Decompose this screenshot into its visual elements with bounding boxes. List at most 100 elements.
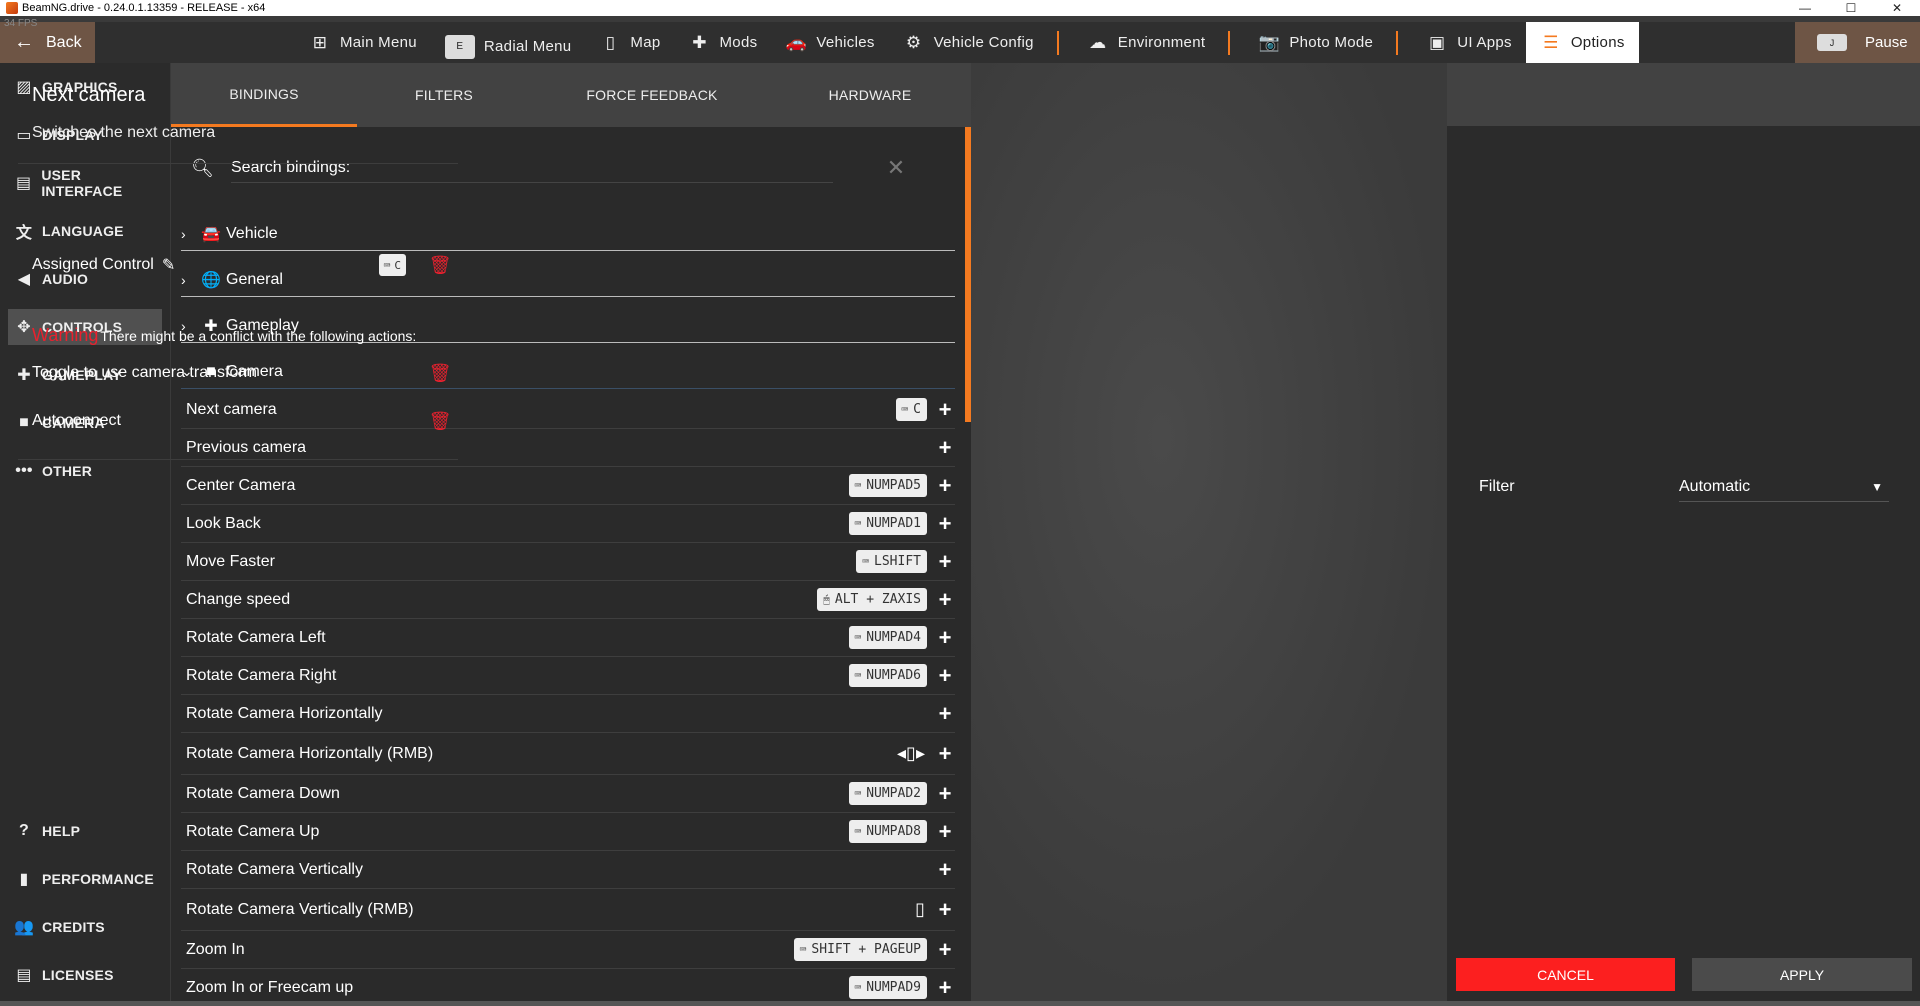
binding-row[interactable]: Rotate Camera Down ⌨ NUMPAD2 + bbox=[181, 775, 955, 813]
key-label: NUMPAD6 bbox=[866, 668, 921, 683]
add-binding-icon[interactable]: + bbox=[935, 819, 955, 845]
mouse-icon[interactable]: ◂▯▸ bbox=[897, 743, 925, 764]
nav-main-menu[interactable]: ⊞ Main Menu bbox=[295, 22, 431, 63]
key-badge[interactable]: ⌨ NUMPAD6 bbox=[848, 664, 927, 687]
trash-icon[interactable]: 🗑︎ bbox=[428, 363, 452, 384]
cancel-button[interactable]: CANCEL bbox=[1456, 958, 1675, 991]
key-badge[interactable]: ⌨ NUMPAD4 bbox=[848, 626, 927, 649]
search-input[interactable]: Search bindings: bbox=[231, 153, 833, 183]
add-binding-icon[interactable]: + bbox=[935, 701, 955, 727]
sidebar-item-credits[interactable]: 👥 CREDITS bbox=[8, 909, 162, 945]
sidebar-item-help[interactable]: ? HELP bbox=[8, 813, 162, 849]
nav-options[interactable]: ☰ Options bbox=[1525, 22, 1639, 63]
assigned-key-badge[interactable]: ⌨ C bbox=[378, 254, 406, 276]
maximize-button[interactable]: ☐ bbox=[1828, 0, 1874, 16]
conflict-warning: Warning There might be a conflict with t… bbox=[32, 325, 416, 346]
binding-row[interactable]: Look Back ⌨ NUMPAD1 + bbox=[181, 505, 955, 543]
top-menu-bar: ← Back ⊞ Main Menu E Radial Menu ▯ Map ✚ Mod… bbox=[0, 22, 1920, 63]
key-badge[interactable]: ⌨ SHIFT + PAGEUP bbox=[793, 938, 927, 961]
nav-vehicles[interactable]: 🚗 Vehicles bbox=[771, 22, 888, 63]
sidebar-item-language[interactable]: 文 LANGUAGE bbox=[8, 213, 162, 249]
key-badge[interactable]: ⌨ NUMPAD1 bbox=[848, 512, 927, 535]
key-badge[interactable]: ⌨ C bbox=[895, 398, 927, 421]
minimize-button[interactable]: — bbox=[1782, 0, 1828, 16]
beamng-logo-icon bbox=[6, 2, 18, 14]
add-binding-icon[interactable]: + bbox=[935, 781, 955, 807]
nav-photo-mode[interactable]: 📷 Photo Mode bbox=[1244, 22, 1412, 63]
search-bar: 🔍︎ Search bindings: ✕ bbox=[191, 151, 911, 185]
bar-chart-icon: ▮ bbox=[19, 871, 29, 888]
add-binding-icon[interactable]: + bbox=[935, 741, 955, 767]
binding-row[interactable]: Rotate Camera Right ⌨ NUMPAD6 + bbox=[181, 657, 955, 695]
binding-row[interactable]: Rotate Camera Vertically (RMB) ▯ + bbox=[181, 889, 955, 931]
pause-button[interactable]: J Pause bbox=[1795, 22, 1920, 63]
add-binding-icon[interactable]: + bbox=[935, 549, 955, 575]
add-binding-icon[interactable]: + bbox=[935, 435, 955, 461]
tab-filters[interactable]: FILTERS bbox=[357, 63, 531, 127]
binding-row[interactable]: Rotate Camera Vertically + bbox=[181, 851, 955, 889]
nav-label: Photo Mode bbox=[1289, 34, 1374, 51]
nav-vehicle-config[interactable]: ⚙ Vehicle Config bbox=[889, 22, 1073, 63]
nav-radial-menu[interactable]: E Radial Menu bbox=[431, 22, 586, 63]
add-binding-icon[interactable]: + bbox=[935, 857, 955, 883]
binding-row[interactable]: Rotate Camera Horizontally (RMB) ◂▯▸ + bbox=[181, 733, 955, 775]
add-binding-icon[interactable]: + bbox=[935, 473, 955, 499]
key-badge[interactable]: 🖱 ALT + ZAXIS bbox=[817, 588, 927, 611]
tab-force-feedback[interactable]: FORCE FEEDBACK bbox=[531, 63, 773, 127]
key-badge[interactable]: ⌨ NUMPAD5 bbox=[848, 474, 927, 497]
monitor-icon: ▭ bbox=[16, 127, 32, 144]
speaker-icon: ◀ bbox=[17, 271, 31, 288]
conflict-label: Toggle to use camera transform bbox=[32, 364, 257, 381]
weather-icon: ☁ bbox=[1089, 32, 1107, 52]
add-binding-icon[interactable]: + bbox=[935, 587, 955, 613]
tab-hardware[interactable]: HARDWARE bbox=[773, 63, 967, 127]
nav-mods[interactable]: ✚ Mods bbox=[675, 22, 772, 63]
nav-label: Mods bbox=[719, 34, 758, 51]
nav-environment[interactable]: ☁ Environment bbox=[1073, 22, 1245, 63]
mouse-icon[interactable]: ▯ bbox=[915, 899, 925, 920]
key-badge[interactable]: ⌨ NUMPAD8 bbox=[848, 820, 927, 843]
binding-label: Rotate Camera Vertically (RMB) bbox=[186, 900, 414, 918]
trash-icon[interactable]: 🗑︎ bbox=[428, 255, 452, 276]
binding-row[interactable]: Zoom In or Freecam up ⌨ NUMPAD9 + bbox=[181, 969, 955, 1001]
binding-row[interactable]: Zoom In ⌨ SHIFT + PAGEUP + bbox=[181, 931, 955, 969]
nav-label: UI Apps bbox=[1457, 34, 1512, 51]
binding-row[interactable]: Rotate Camera Horizontally + bbox=[181, 695, 955, 733]
add-binding-icon[interactable]: + bbox=[935, 511, 955, 537]
add-binding-icon[interactable]: + bbox=[935, 663, 955, 689]
key-badge[interactable]: ⌨ NUMPAD2 bbox=[848, 782, 927, 805]
sidebar-item-performance[interactable]: ▮ PERFORMANCE bbox=[8, 861, 162, 897]
pencil-icon[interactable]: ✎ bbox=[162, 255, 175, 275]
tab-bindings[interactable]: BINDINGS bbox=[171, 63, 357, 127]
sidebar-item-licenses[interactable]: ▤ LICENSES bbox=[8, 957, 162, 993]
conflict-label: Autoconnect bbox=[32, 412, 121, 429]
binding-row[interactable]: Move Faster ⌨ LSHIFT + bbox=[181, 543, 955, 581]
keyboard-icon: ⌨ bbox=[854, 981, 862, 994]
nav-ui-apps[interactable]: ▣ UI Apps bbox=[1412, 22, 1526, 63]
add-binding-icon[interactable]: + bbox=[935, 937, 955, 963]
apply-button[interactable]: APPLY bbox=[1692, 958, 1912, 991]
binding-row[interactable]: Center Camera ⌨ NUMPAD5 + bbox=[181, 467, 955, 505]
group-vehicle[interactable]: › 🚘 Vehicle bbox=[181, 217, 955, 251]
binding-row[interactable]: Rotate Camera Up ⌨ NUMPAD8 + bbox=[181, 813, 955, 851]
binding-row[interactable]: Change speed 🖱 ALT + ZAXIS + bbox=[181, 581, 955, 619]
key-badge[interactable]: ⌨ NUMPAD9 bbox=[848, 976, 927, 999]
trash-icon[interactable]: 🗑︎ bbox=[428, 411, 452, 432]
add-binding-icon[interactable]: + bbox=[935, 625, 955, 651]
binding-detail-panel bbox=[1447, 63, 1920, 1001]
add-binding-icon[interactable]: + bbox=[935, 397, 955, 423]
options-sidebar: ▨ GRAPHICS ▭ DISPLAY ▤ USER INTERFACE 文 LANG… bbox=[0, 63, 170, 1001]
top-nav: ⊞ Main Menu E Radial Menu ▯ Map ✚ Mods 🚗 Vehi… bbox=[295, 22, 1639, 63]
close-window-button[interactable]: ✕ bbox=[1874, 0, 1920, 16]
nav-map[interactable]: ▯ Map bbox=[585, 22, 674, 63]
binding-row[interactable]: Rotate Camera Left ⌨ NUMPAD4 + bbox=[181, 619, 955, 657]
key-badge[interactable]: ⌨ LSHIFT bbox=[856, 550, 927, 573]
clear-search-icon[interactable]: ✕ bbox=[881, 155, 911, 181]
sidebar-item-user-interface[interactable]: ▤ USER INTERFACE bbox=[8, 165, 162, 201]
add-binding-icon[interactable]: + bbox=[935, 975, 955, 1001]
add-binding-icon[interactable]: + bbox=[935, 897, 955, 923]
filter-select[interactable]: Automatic ▼ bbox=[1679, 472, 1889, 502]
controls-tabs: BINDINGS FILTERS FORCE FEEDBACK HARDWARE bbox=[171, 63, 971, 127]
keyboard-icon: ⌨ bbox=[854, 787, 862, 800]
binding-label: Change speed bbox=[186, 590, 291, 608]
